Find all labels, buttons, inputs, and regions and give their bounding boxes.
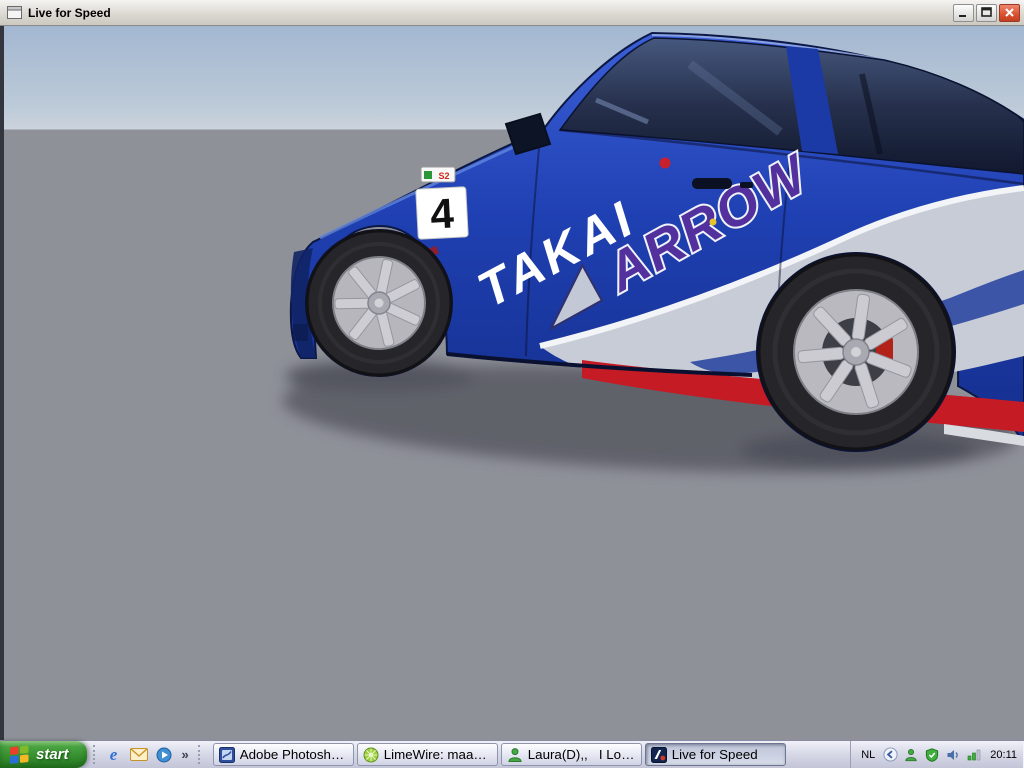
takai-red-dot (659, 157, 671, 169)
window-icon (7, 6, 22, 19)
taskbar-grip[interactable] (197, 745, 203, 764)
start-label: start (36, 746, 69, 763)
internet-explorer-icon[interactable]: e (105, 746, 123, 764)
window-left-border (0, 26, 4, 740)
limewire-icon (363, 747, 379, 763)
race-number-plate: 4 (415, 186, 469, 240)
messenger-tray-icon[interactable] (903, 747, 919, 763)
window-title: Live for Speed (28, 5, 111, 20)
maximize-button[interactable] (976, 3, 997, 22)
front-wheel (305, 229, 453, 377)
task-button-photoshop[interactable]: Adobe Photoshop E... (212, 743, 354, 766)
msn-messenger-icon (507, 747, 523, 763)
class-sticker: S2 (420, 166, 456, 183)
task-button-messenger[interactable]: Laura(D),, I Lov... (500, 743, 642, 766)
small-yellow-sticker (709, 218, 717, 226)
task-buttons: Adobe Photoshop E... LimeWire: maakt op.… (209, 741, 790, 768)
task-label: Live for Speed (671, 747, 758, 762)
media-player-icon[interactable] (155, 746, 173, 764)
task-label: Laura(D),, I Lov... (527, 747, 636, 762)
window-titlebar[interactable]: Live for Speed (0, 0, 1024, 26)
mail-icon[interactable] (129, 746, 148, 764)
task-label: Adobe Photoshop E... (239, 747, 346, 762)
task-button-limewire[interactable]: LimeWire: maakt op... (356, 743, 498, 766)
antivirus-shield-icon[interactable] (924, 747, 940, 763)
door-lock (740, 182, 753, 188)
network-signal-icon[interactable] (966, 747, 982, 763)
garage-scene: S2 4 TAKAI ARROW (0, 26, 1024, 740)
start-button[interactable]: start (0, 741, 87, 768)
live-for-speed-icon (650, 746, 667, 763)
volume-icon[interactable] (945, 747, 961, 763)
quick-launch: e » (87, 741, 209, 768)
language-indicator[interactable]: NL (859, 749, 877, 761)
door-handle (692, 178, 732, 189)
svg-text:4: 4 (429, 189, 455, 237)
minimize-icon (959, 15, 966, 17)
rear-wheel (757, 253, 955, 451)
task-label: LimeWire: maakt op... (383, 747, 492, 762)
svg-text:S2: S2 (438, 171, 449, 181)
windows-flag-icon (10, 745, 29, 764)
quick-launch-overflow-chevron[interactable]: » (180, 747, 191, 762)
tray-clock[interactable]: 20:11 (990, 749, 1017, 761)
photoshop-icon (218, 746, 235, 763)
close-icon (1005, 8, 1014, 17)
window-controls (953, 3, 1020, 22)
minimize-button[interactable] (953, 3, 974, 22)
game-viewport[interactable]: S2 4 TAKAI ARROW (0, 26, 1024, 740)
system-tray: NL 20:11 (850, 741, 1024, 768)
maximize-icon (981, 7, 992, 17)
quick-launch-grip[interactable] (92, 745, 98, 764)
bumper-intake (293, 324, 308, 341)
task-button-live-for-speed[interactable]: Live for Speed (644, 743, 786, 766)
taskbar: start e » Adobe Photoshop LimeWire: maak… (0, 740, 1024, 768)
close-button[interactable] (999, 3, 1020, 22)
hide-icons-chevron[interactable] (882, 747, 898, 763)
